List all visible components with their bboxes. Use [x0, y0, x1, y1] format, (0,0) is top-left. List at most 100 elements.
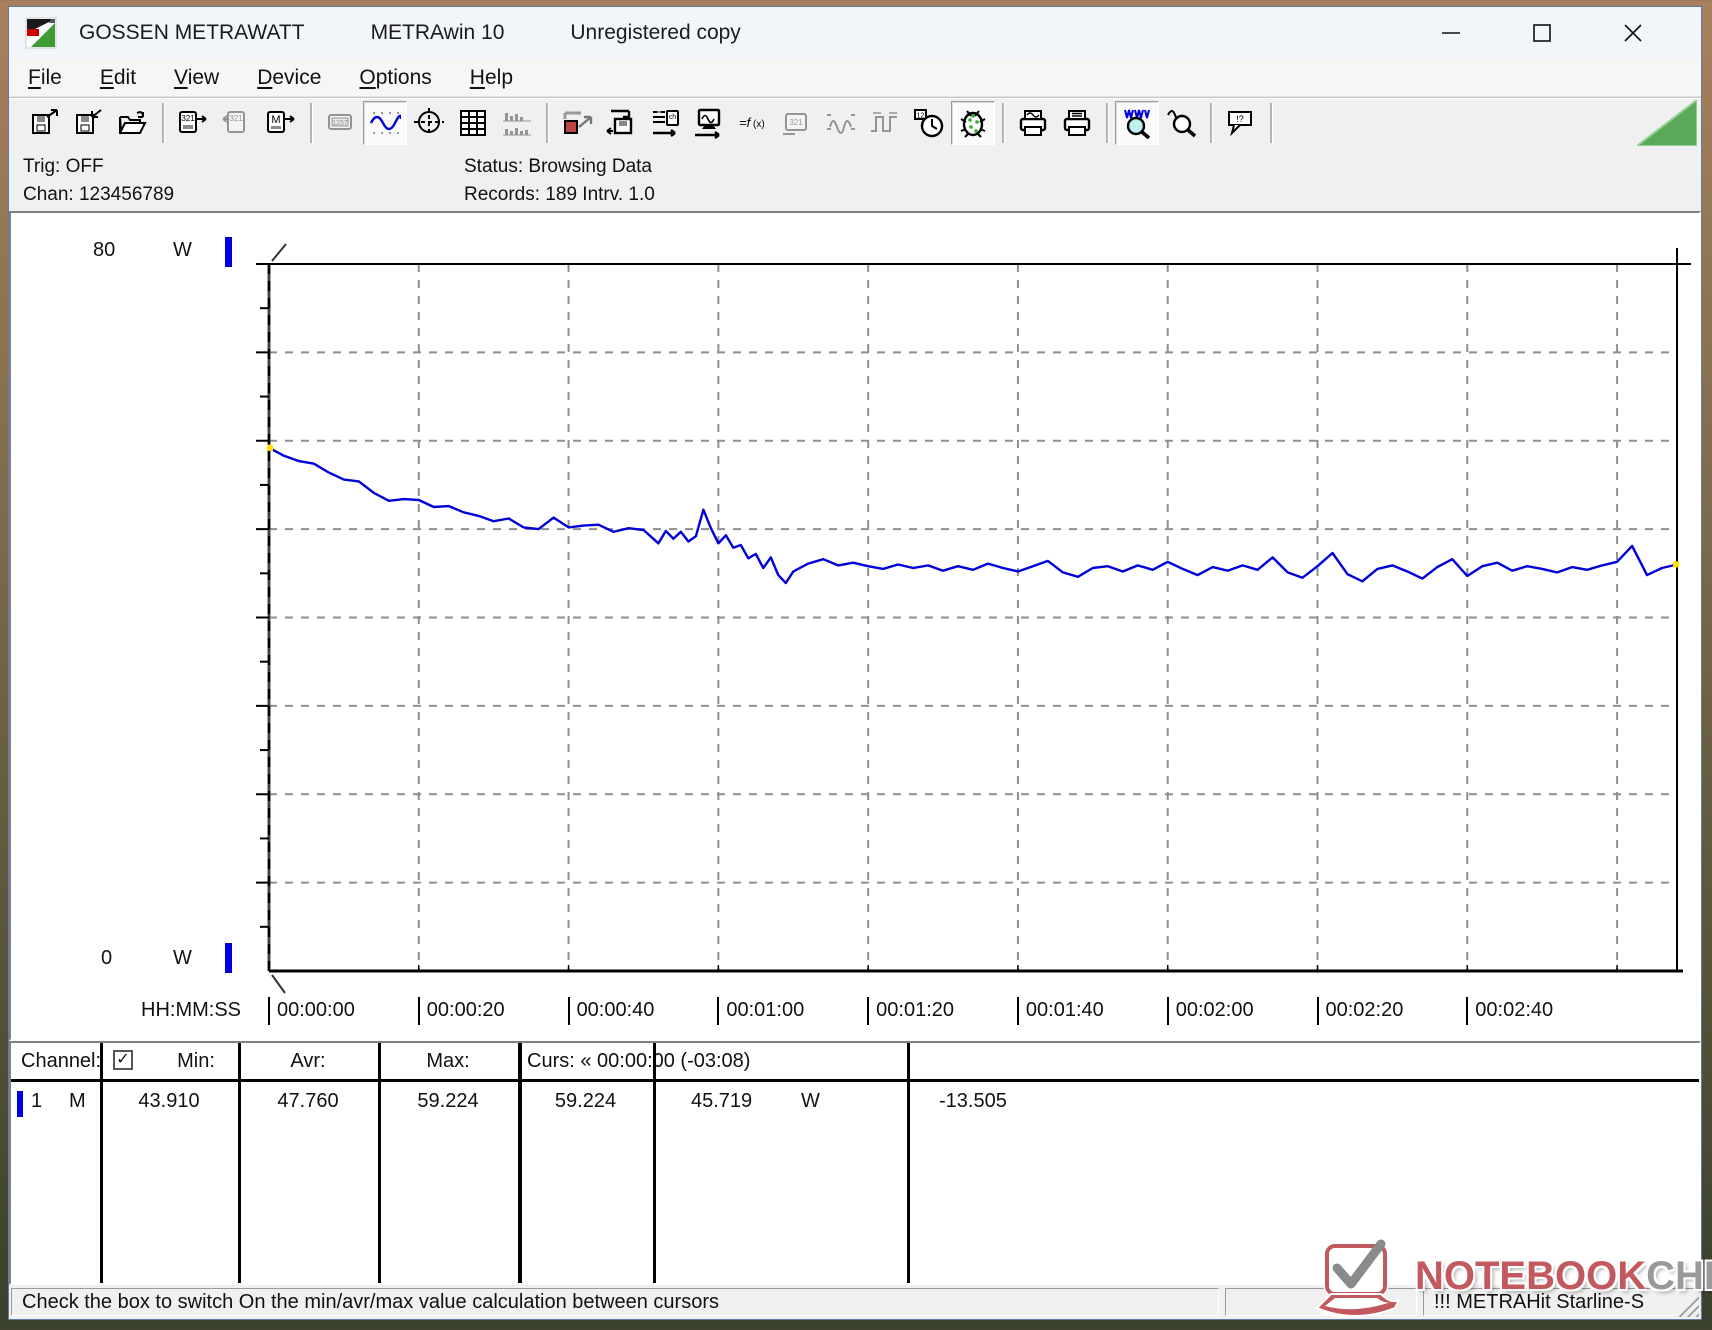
pulse-signal-button [863, 101, 907, 145]
zoom-wave-icon [1124, 109, 1151, 139]
channel-setup-icon: ch [653, 109, 679, 137]
minimize-button[interactable] [1428, 10, 1474, 56]
write-device-button: 321 [215, 101, 259, 145]
table-column-divider [378, 1043, 381, 1283]
svg-text:1257: 1257 [332, 120, 348, 127]
menu-options[interactable]: Options [340, 66, 450, 90]
pc-transfer-icon [695, 108, 721, 139]
analog-signal-button [819, 101, 863, 145]
formula-icon: =f (x) [739, 115, 765, 130]
records-info: Records: 189 Intrv. 1.0 [464, 184, 655, 205]
table-view-button[interactable] [451, 101, 495, 145]
table-view-icon [460, 109, 486, 136]
numeric-display-button: 1257 [319, 101, 363, 145]
close-button[interactable] [1610, 10, 1656, 56]
menu-edit[interactable]: Edit [81, 66, 155, 90]
zoom-wave-button[interactable] [1115, 100, 1159, 145]
table-column-divider [907, 1043, 910, 1283]
row-delta-value: -13.505 [939, 1090, 1007, 1112]
menu-file[interactable]: File [9, 66, 81, 90]
chart-panel: 80 W 0 W HH:MM:SS 00:00:00 00:00:20 00:00:… [9, 211, 1701, 1041]
svg-text:12: 12 [917, 112, 925, 119]
pulse-signal-icon [871, 111, 897, 132]
channel-setup-button[interactable]: ch [643, 101, 687, 145]
notebookcheck-watermark: NOTEBOOKCHECK [1315, 1236, 1712, 1326]
open-file-button[interactable] [111, 101, 155, 145]
toolbar-separator [162, 102, 164, 143]
toolbar-corner-triangle [1637, 100, 1697, 146]
row-unit: W [801, 1090, 820, 1112]
x-axis-format-label: HH:MM:SS [141, 999, 241, 1021]
x-tick-label: 00:02:40 [1475, 999, 1554, 1021]
print-icon [1063, 109, 1091, 136]
power-line-chart[interactable] [11, 213, 1701, 1039]
menu-help[interactable]: Help [451, 66, 532, 90]
minmax-checkbox[interactable]: ✓ [113, 1050, 133, 1070]
svg-text:=f: =f [739, 115, 752, 130]
debug-bug-button[interactable] [951, 100, 995, 145]
annotation-button[interactable]: !? [1219, 101, 1263, 145]
app-logo-icon [25, 17, 57, 49]
save-export-icon [32, 108, 58, 134]
x-tick-mark [867, 997, 870, 1025]
x-tick-label: 00:02:20 [1325, 999, 1404, 1021]
print-button[interactable] [1055, 101, 1099, 145]
menu-bar: File Edit View Device Options Help [9, 59, 1701, 97]
debug-bug-icon [960, 109, 986, 138]
maximize-button[interactable] [1519, 10, 1565, 56]
formula-button[interactable]: =f (x) [731, 101, 775, 145]
x-tick-mark [1016, 997, 1019, 1025]
svg-text:ch: ch [669, 114, 677, 121]
title-bar: GOSSEN METRAWATT METRAwin 10 Unregistere… [9, 7, 1701, 59]
chart-view-button[interactable] [363, 100, 407, 145]
x-tick-label: 00:00:40 [576, 999, 655, 1021]
x-tick-mark [717, 997, 720, 1025]
device-store-button[interactable] [599, 101, 643, 145]
save-import-button[interactable] [67, 101, 111, 145]
display-321-button: 321 [775, 101, 819, 145]
table-column-divider [100, 1043, 103, 1283]
write-device-icon: 321 [222, 110, 245, 133]
analog-signal-icon [827, 113, 855, 134]
row-max-value: 59.224 [417, 1090, 479, 1112]
statusbar-hint-text: Check the box to switch On the min/avr/m… [22, 1290, 719, 1313]
title-product: METRAwin 10 [370, 21, 505, 44]
numeric-display-icon: 1257 [328, 113, 352, 130]
col-header-max: Max: [426, 1050, 470, 1072]
read-memory-button[interactable]: M [259, 101, 303, 145]
pc-transfer-button[interactable] [687, 101, 731, 145]
x-tick-label: 00:01:20 [876, 999, 954, 1021]
table-column-divider [238, 1043, 241, 1283]
display-321-icon: 321 [783, 112, 807, 135]
col-header-avr: Avr: [290, 1050, 326, 1072]
svg-text:321: 321 [229, 114, 243, 123]
watermark-word2: CHECK [1646, 1254, 1712, 1298]
save-export-button[interactable] [23, 101, 67, 145]
read-device-button[interactable]: 321 [171, 101, 215, 145]
zoom-select-icon [1167, 109, 1197, 137]
row-avr-value: 47.760 [277, 1090, 339, 1112]
histogram-view-icon [503, 112, 531, 135]
device-store-icon [606, 109, 633, 135]
svg-text:(x): (x) [753, 119, 765, 130]
zoom-select-button[interactable] [1159, 101, 1203, 145]
time-setup-button[interactable]: 12 [907, 101, 951, 145]
row-cursor-value1: 59.224 [554, 1090, 617, 1112]
info-bar: Trig: OFF Chan: 123456789 Status: Browsi… [9, 147, 1701, 211]
time-setup-icon: 12 [914, 108, 944, 137]
x-tick-label: 00:02:00 [1175, 999, 1254, 1021]
menu-device[interactable]: Device [238, 66, 340, 90]
x-tick-mark [268, 997, 270, 1025]
print-preview-button[interactable] [1011, 101, 1055, 145]
x-tick-label: 00:01:00 [726, 999, 805, 1021]
x-tick-mark [1466, 997, 1469, 1025]
histogram-view-button [495, 101, 539, 145]
channel-info: Chan: 123456789 [23, 184, 175, 205]
device-export-button[interactable] [555, 101, 599, 145]
col-header-min: Min: [177, 1050, 215, 1072]
scope-view-button[interactable] [407, 101, 451, 145]
toolbar-separator [1210, 102, 1212, 143]
menu-view[interactable]: View [155, 66, 238, 90]
app-window: GOSSEN METRAWATT METRAwin 10 Unregistere… [8, 6, 1702, 1320]
annotation-icon: !? [1228, 110, 1252, 136]
